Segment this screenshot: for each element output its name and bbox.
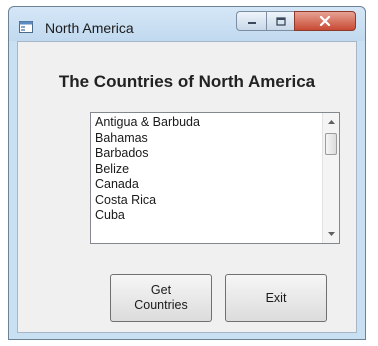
get-countries-label: Get Countries xyxy=(134,283,188,313)
exit-button[interactable]: Exit xyxy=(225,274,327,322)
get-countries-line2: Countries xyxy=(134,298,188,312)
app-window: North America The Countries of North Ame… xyxy=(8,6,366,340)
get-countries-line1: Get xyxy=(150,283,172,297)
list-item[interactable]: Belize xyxy=(95,162,200,178)
vertical-scrollbar[interactable] xyxy=(322,113,339,243)
caption-buttons xyxy=(236,11,360,33)
close-icon xyxy=(319,16,331,26)
list-item[interactable]: Cuba xyxy=(95,208,200,224)
scroll-thumb[interactable] xyxy=(325,133,337,155)
get-countries-button[interactable]: Get Countries xyxy=(110,274,212,322)
window-icon xyxy=(19,21,33,33)
chevron-down-icon xyxy=(327,232,335,236)
window-title: North America xyxy=(45,20,134,36)
list-item[interactable]: Antigua & Barbuda xyxy=(95,115,200,131)
title-bar[interactable]: North America xyxy=(9,7,365,41)
scroll-up-button[interactable] xyxy=(323,115,339,129)
close-button[interactable] xyxy=(294,11,356,31)
maximize-icon xyxy=(275,16,286,26)
exit-label: Exit xyxy=(265,290,287,305)
countries-list: Antigua & Barbuda Bahamas Barbados Beliz… xyxy=(95,115,200,224)
countries-listbox[interactable]: Antigua & Barbuda Bahamas Barbados Beliz… xyxy=(90,112,340,244)
minimize-button[interactable] xyxy=(236,11,266,31)
page-title: The Countries of North America xyxy=(58,72,316,91)
list-item[interactable]: Barbados xyxy=(95,146,200,162)
maximize-button[interactable] xyxy=(266,11,294,31)
form-client-area: The Countries of North America Antigua &… xyxy=(17,41,357,333)
list-item[interactable]: Bahamas xyxy=(95,131,200,147)
scroll-down-button[interactable] xyxy=(323,227,339,241)
minimize-icon xyxy=(247,22,256,24)
chevron-up-icon xyxy=(327,120,335,124)
list-item[interactable]: Canada xyxy=(95,177,200,193)
list-item[interactable]: Costa Rica xyxy=(95,193,200,209)
